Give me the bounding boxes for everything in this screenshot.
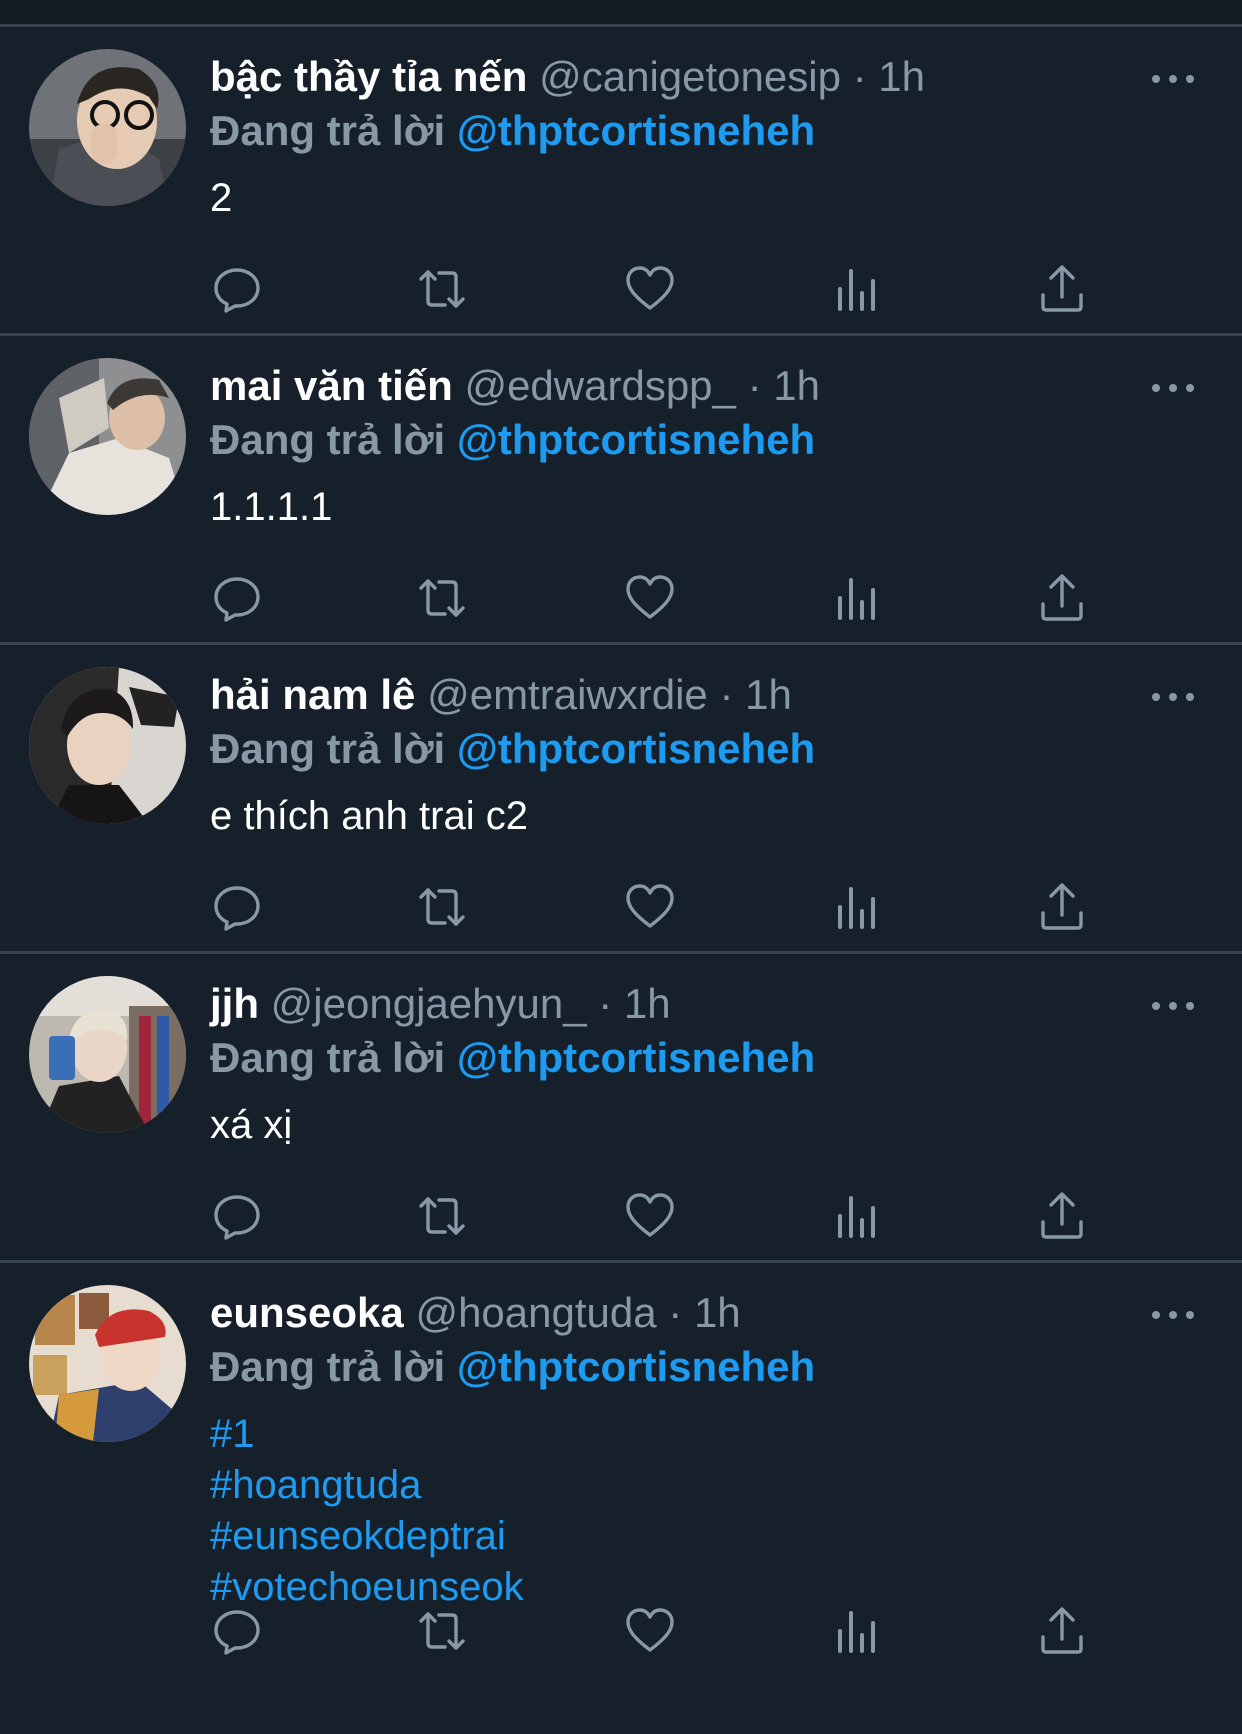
separator-dot: · <box>598 980 613 1027</box>
timestamp[interactable]: 1h <box>878 53 925 100</box>
display-name[interactable]: eunseoka <box>210 1289 404 1336</box>
action-bar <box>0 881 1242 933</box>
avatar[interactable] <box>29 976 186 1133</box>
separator-dot: · <box>719 671 734 718</box>
timestamp[interactable]: 1h <box>773 362 820 409</box>
tweet-text: #1 #hoangtuda #eunseokdeptrai #votechoeu… <box>210 1409 524 1613</box>
replying-to-handle[interactable]: @thptcortisneheh <box>457 107 815 154</box>
tweet-header: bậc thầy tỉa nến @canigetonesip · 1h <box>210 49 925 105</box>
replying-to: Đang trả lời @thptcortisneheh <box>210 1341 815 1393</box>
action-bar <box>0 263 1242 315</box>
heart-icon[interactable] <box>624 1190 676 1242</box>
heart-icon[interactable] <box>624 881 676 933</box>
avatar[interactable] <box>29 667 186 824</box>
user-handle[interactable]: @canigetonesip <box>539 53 841 100</box>
reply-feed: bậc thầy tỉa nến @canigetonesip · 1h Đan… <box>0 27 1242 1673</box>
user-handle[interactable]: @jeongjaehyun_ <box>271 980 587 1027</box>
tweet[interactable]: mai văn tiến @edwardspp_ · 1h Đang trả l… <box>0 336 1242 645</box>
separator-dot: · <box>747 362 762 409</box>
share-icon[interactable] <box>1036 263 1088 315</box>
replying-to-label: Đang trả lời <box>210 1034 446 1081</box>
heart-icon[interactable] <box>624 1605 676 1657</box>
display-name[interactable]: mai văn tiến <box>210 362 453 409</box>
tweet-header: jjh @jeongjaehyun_ · 1h <box>210 976 671 1032</box>
separator-dot: · <box>668 1289 683 1336</box>
avatar[interactable] <box>29 49 186 206</box>
replying-to-handle[interactable]: @thptcortisneheh <box>457 416 815 463</box>
user-handle[interactable]: @edwardspp_ <box>464 362 735 409</box>
reply-icon[interactable] <box>211 1190 263 1242</box>
replying-to-handle[interactable]: @thptcortisneheh <box>457 1343 815 1390</box>
replying-to-label: Đang trả lời <box>210 1343 446 1390</box>
tweet-header: hải nam lê @emtraiwxrdie · 1h <box>210 667 792 723</box>
retweet-icon[interactable] <box>416 263 468 315</box>
more-icon[interactable] <box>1148 996 1198 1016</box>
display-name[interactable]: bậc thầy tỉa nến <box>210 53 527 100</box>
reply-icon[interactable] <box>211 1605 263 1657</box>
tweet-text: xá xị <box>210 1103 293 1147</box>
action-bar <box>0 572 1242 624</box>
heart-icon[interactable] <box>624 263 676 315</box>
tweet[interactable]: hải nam lê @emtraiwxrdie · 1h Đang trả l… <box>0 645 1242 954</box>
replying-to-handle[interactable]: @thptcortisneheh <box>457 1034 815 1081</box>
replying-to-label: Đang trả lời <box>210 725 446 772</box>
share-icon[interactable] <box>1036 1190 1088 1242</box>
analytics-icon[interactable] <box>831 1605 883 1657</box>
retweet-icon[interactable] <box>416 881 468 933</box>
display-name[interactable]: hải nam lê <box>210 671 415 718</box>
timestamp[interactable]: 1h <box>624 980 671 1027</box>
tweet-text: e thích anh trai c2 <box>210 794 528 838</box>
more-icon[interactable] <box>1148 687 1198 707</box>
replying-to-handle[interactable]: @thptcortisneheh <box>457 725 815 772</box>
replying-to: Đang trả lời @thptcortisneheh <box>210 1032 815 1084</box>
retweet-icon[interactable] <box>416 1190 468 1242</box>
tweet-header: mai văn tiến @edwardspp_ · 1h <box>210 358 820 414</box>
reply-icon[interactable] <box>211 263 263 315</box>
retweet-icon[interactable] <box>416 572 468 624</box>
tweet[interactable]: bậc thầy tỉa nến @canigetonesip · 1h Đan… <box>0 27 1242 336</box>
replying-to: Đang trả lời @thptcortisneheh <box>210 723 815 775</box>
analytics-icon[interactable] <box>831 1190 883 1242</box>
timestamp[interactable]: 1h <box>694 1289 741 1336</box>
user-handle[interactable]: @emtraiwxrdie <box>427 671 708 718</box>
previous-tweet-edge <box>0 0 1242 27</box>
reply-icon[interactable] <box>211 881 263 933</box>
analytics-icon[interactable] <box>831 572 883 624</box>
avatar[interactable] <box>29 358 186 515</box>
action-bar <box>0 1605 1242 1657</box>
action-bar <box>0 1190 1242 1242</box>
analytics-icon[interactable] <box>831 881 883 933</box>
more-icon[interactable] <box>1148 378 1198 398</box>
hashtag-link[interactable]: #1 <box>210 1409 524 1460</box>
replying-to-label: Đang trả lời <box>210 107 446 154</box>
tweet-header: eunseoka @hoangtuda · 1h <box>210 1285 741 1341</box>
hashtag-link[interactable]: #hoangtuda <box>210 1460 524 1511</box>
more-icon[interactable] <box>1148 1305 1198 1325</box>
share-icon[interactable] <box>1036 572 1088 624</box>
tweet-text: 2 <box>210 176 233 220</box>
share-icon[interactable] <box>1036 1605 1088 1657</box>
analytics-icon[interactable] <box>831 263 883 315</box>
tweet[interactable]: jjh @jeongjaehyun_ · 1h Đang trả lời @th… <box>0 954 1242 1263</box>
replying-to: Đang trả lời @thptcortisneheh <box>210 105 815 157</box>
heart-icon[interactable] <box>624 572 676 624</box>
tweet-text: 1.1.1.1 <box>210 485 333 529</box>
avatar[interactable] <box>29 1285 186 1442</box>
retweet-icon[interactable] <box>416 1605 468 1657</box>
separator-dot: · <box>852 53 867 100</box>
replying-to: Đang trả lời @thptcortisneheh <box>210 414 815 466</box>
user-handle[interactable]: @hoangtuda <box>415 1289 656 1336</box>
display-name[interactable]: jjh <box>210 980 259 1027</box>
replying-to-label: Đang trả lời <box>210 416 446 463</box>
share-icon[interactable] <box>1036 881 1088 933</box>
more-icon[interactable] <box>1148 69 1198 89</box>
hashtag-link[interactable]: #eunseokdeptrai <box>210 1511 524 1562</box>
tweet[interactable]: eunseoka @hoangtuda · 1h Đang trả lời @t… <box>0 1263 1242 1673</box>
timestamp[interactable]: 1h <box>745 671 792 718</box>
reply-icon[interactable] <box>211 572 263 624</box>
